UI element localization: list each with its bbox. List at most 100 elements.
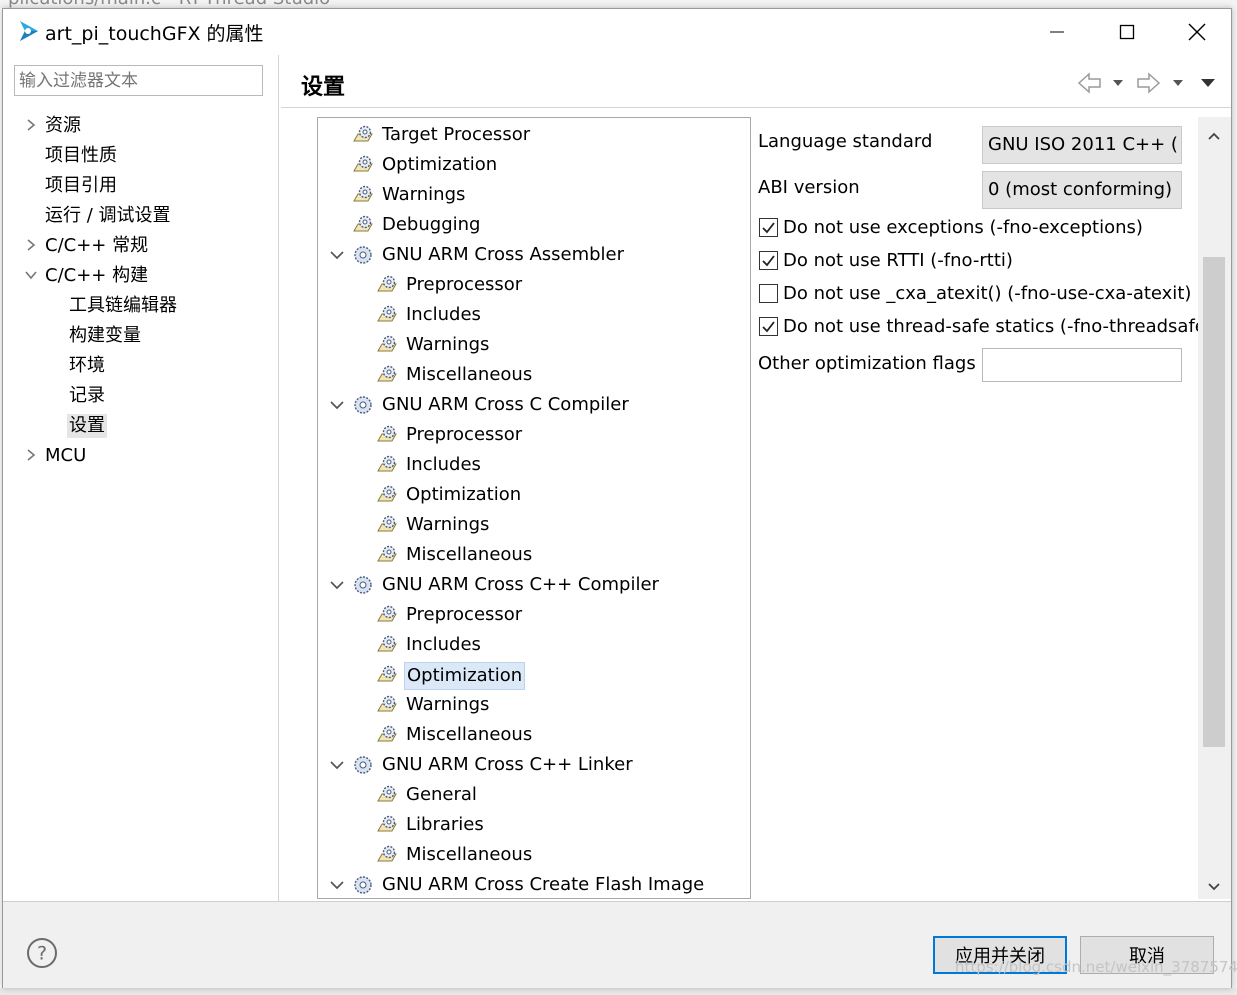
nav-item[interactable]: 环境 [3,351,279,381]
help-icon[interactable]: ? [26,937,58,969]
option-checkbox[interactable]: Do not use RTTI (-fno-rtti) [759,248,1198,276]
tree-node[interactable]: General [328,780,748,810]
tree-node[interactable]: GNU ARM Cross Create Flash Image [328,870,748,898]
tree-node[interactable]: Miscellaneous [328,840,748,870]
checkbox-checked-icon[interactable] [759,251,778,270]
checkbox-checked-icon[interactable] [759,317,778,336]
tree-node[interactable]: Includes [328,300,748,330]
check-mark-icon [762,222,775,234]
option-checkbox[interactable]: Do not use _cxa_atexit() (-fno-use-cxa-a… [759,281,1198,309]
nav-item[interactable]: MCU [3,441,279,471]
checkbox-checked-icon[interactable] [759,218,778,237]
chevron-down-icon[interactable] [328,246,346,264]
option-checkbox-label: Do not use _cxa_atexit() (-fno-use-cxa-a… [783,283,1192,304]
nav-item[interactable]: C/C++ 构建 [3,261,279,291]
tree-node[interactable]: Debugging [328,210,748,240]
close-button[interactable] [1163,9,1231,55]
tree-node[interactable]: Libraries [328,810,748,840]
chevron-right-icon[interactable] [23,235,39,255]
nav-item[interactable]: 资源 [3,111,279,141]
chevron-right-icon[interactable] [23,115,39,135]
option-checkbox[interactable]: Do not use thread-safe statics (-fno-thr… [759,314,1198,342]
check-mark-icon [762,255,775,267]
tree-node[interactable]: Warnings [328,510,748,540]
back-menu-chevron-icon[interactable] [1113,80,1123,86]
nav-item[interactable]: 记录 [3,381,279,411]
tree-node[interactable]: GNU ARM Cross Assembler [328,240,748,270]
tree-node[interactable]: Miscellaneous [328,540,748,570]
properties-dialog: art_pi_touchGFX 的属性 资源项目性质项目引用运行 / 调试设置 C… [2,8,1232,988]
language-standard-combo[interactable]: GNU ISO 2011 C++ ( [982,126,1182,164]
tree-node[interactable]: Miscellaneous [328,360,748,390]
scrollbar-thumb[interactable] [1203,257,1225,747]
nav-item-label: C/C++ 常规 [45,235,149,256]
tree-node-label: Target Processor [382,124,531,145]
history-toolbar [1077,72,1215,94]
tree-node[interactable]: Preprocessor [328,600,748,630]
tree-node[interactable]: GNU ARM Cross C++ Compiler [328,570,748,600]
abi-version-combo[interactable]: 0 (most conforming) [982,171,1182,209]
tree-node-label: Optimization [404,662,526,690]
nav-item[interactable]: C/C++ 常规 [3,231,279,261]
tree-node[interactable]: Optimization [328,660,748,690]
tree-node[interactable]: Warnings [328,690,748,720]
chevron-down-icon[interactable] [23,265,39,285]
nav-item[interactable]: 工具链编辑器 [3,291,279,321]
scroll-down-icon[interactable] [1207,882,1221,892]
tree-node-label: GNU ARM Cross Create Flash Image [382,874,705,895]
tree-node[interactable]: GNU ARM Cross C Compiler [328,390,748,420]
option-category-icon [353,125,373,142]
option-category-icon [353,185,373,202]
header-separator [281,107,1231,108]
tree-node-label: Includes [406,454,481,475]
tree-node[interactable]: Warnings [328,330,748,360]
scroll-up-icon[interactable] [1207,131,1221,141]
option-category-icon [377,425,397,442]
option-category-icon [377,305,397,322]
close-icon [1188,23,1206,41]
tree-node[interactable]: Target Processor [328,120,748,150]
checkbox-unchecked-icon[interactable] [759,284,778,303]
option-category-icon [377,335,397,352]
view-menu-icon[interactable] [1201,79,1215,87]
nav-item[interactable]: 项目引用 [3,171,279,201]
tree-node[interactable]: Optimization [328,150,748,180]
forward-menu-chevron-icon[interactable] [1173,80,1183,86]
nav-item[interactable]: 项目性质 [3,141,279,171]
chevron-down-icon[interactable] [328,396,346,414]
background-title: plications/main.c - RT-Thread Studio [8,0,330,8]
tree-node[interactable]: Miscellaneous [328,720,748,750]
tree-node[interactable]: Warnings [328,180,748,210]
filter-input[interactable] [14,65,263,96]
chevron-down-icon[interactable] [328,576,346,594]
chevron-down-icon[interactable] [328,876,346,894]
tree-node[interactable]: Includes [328,630,748,660]
tree-node-label: GNU ARM Cross C Compiler [382,394,629,415]
other-flags-input[interactable] [982,348,1182,382]
back-arrow-icon[interactable] [1077,72,1101,94]
option-checkbox[interactable]: Do not use exceptions (-fno-exceptions) [759,215,1198,243]
chevron-down-icon[interactable] [328,756,346,774]
background-window-strip: plications/main.c - RT-Thread Studio [0,0,1237,8]
title-bar[interactable]: art_pi_touchGFX 的属性 [3,9,1231,55]
nav-item[interactable]: 设置 [3,411,279,441]
tree-node[interactable]: Optimization [328,480,748,510]
tree-node-label: GNU ARM Cross Assembler [382,244,625,265]
maximize-button[interactable] [1093,9,1161,55]
forward-arrow-icon[interactable] [1137,72,1161,94]
option-category-icon [353,155,373,172]
tree-node-label: Includes [406,304,481,325]
chevron-right-icon[interactable] [23,445,39,465]
tree-node[interactable]: Includes [328,450,748,480]
tree-node-label: Warnings [406,334,490,355]
tree-node[interactable]: GNU ARM Cross C++ Linker [328,750,748,780]
tool-icon [354,876,372,894]
nav-item[interactable]: 构建变量 [3,321,279,351]
nav-item[interactable]: 运行 / 调试设置 [3,201,279,231]
nav-item-label: 项目性质 [45,145,117,166]
tree-node[interactable]: Preprocessor [328,420,748,450]
property-category-pane: 资源项目性质项目引用运行 / 调试设置 C/C++ 常规 C/C++ 构建工具链编辑… [3,55,279,901]
tool-settings-tree[interactable]: Target Processor Optimization Warnings Debu… [317,117,751,899]
minimize-button[interactable] [1023,9,1091,55]
tree-node[interactable]: Preprocessor [328,270,748,300]
